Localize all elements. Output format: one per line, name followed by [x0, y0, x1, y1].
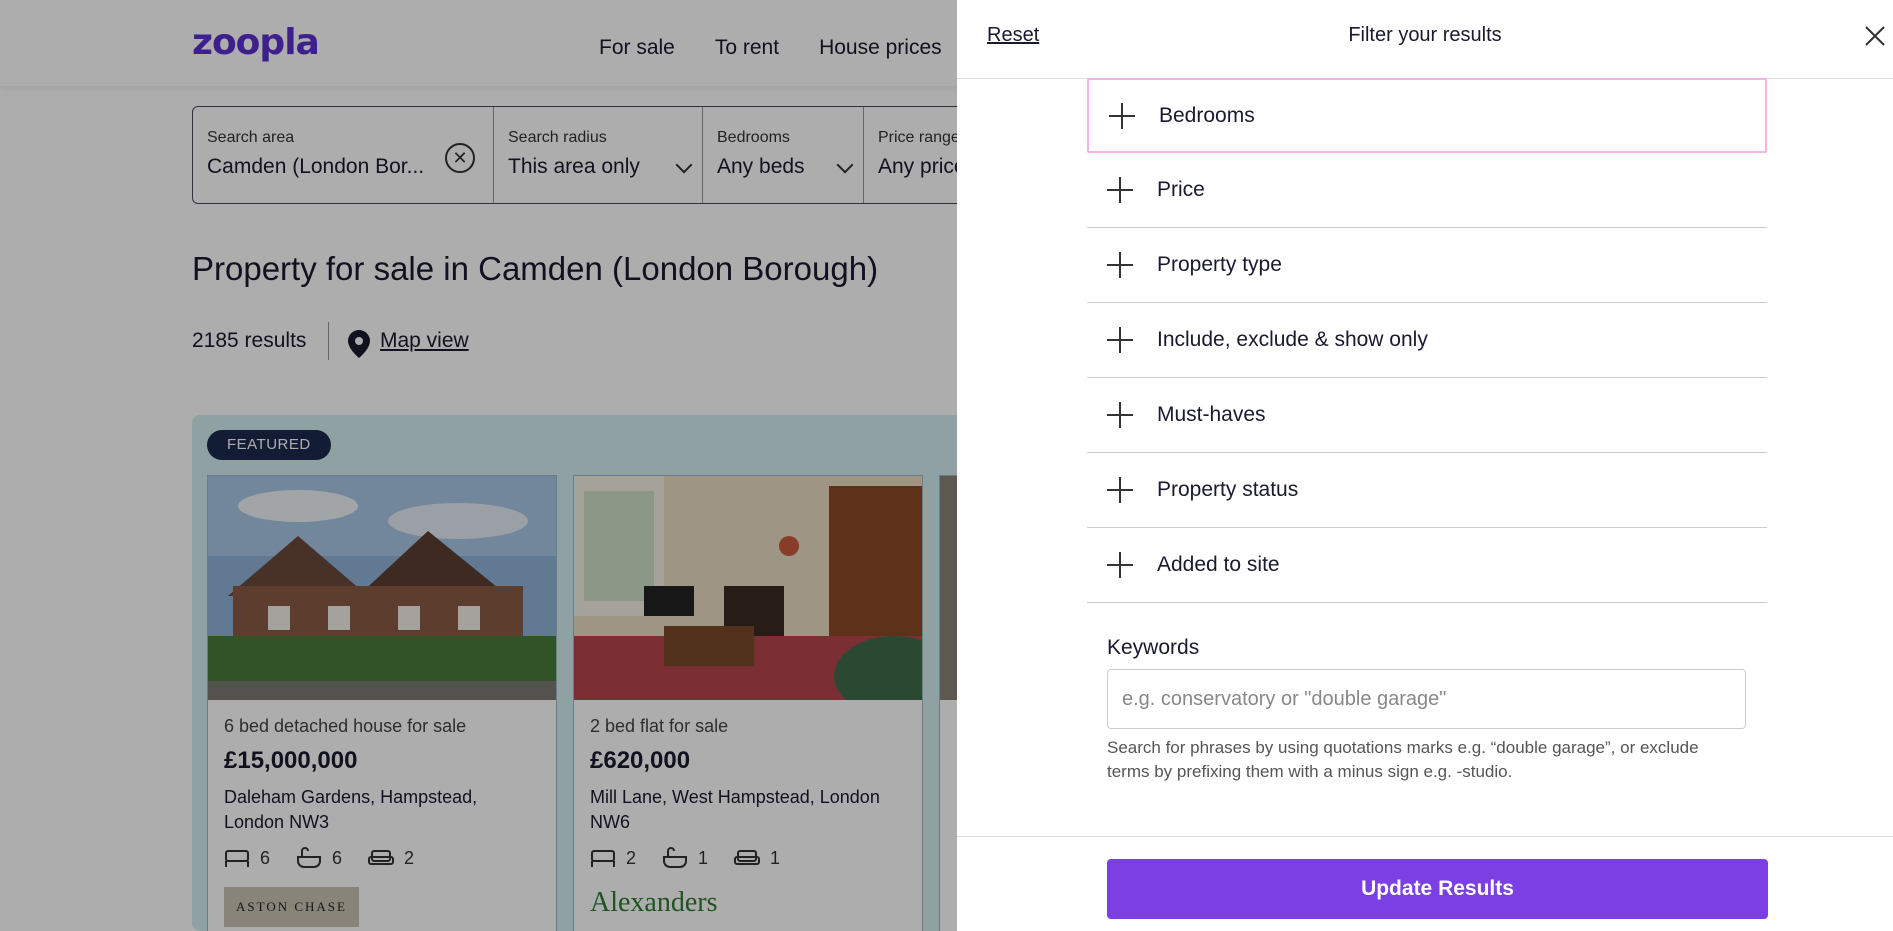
filter-drawer: Reset Filter your results Bedrooms Price… — [957, 0, 1893, 931]
plus-icon — [1107, 402, 1133, 428]
plus-icon — [1107, 552, 1133, 578]
modal-backdrop[interactable] — [0, 0, 957, 931]
filter-label: Include, exclude & show only — [1157, 328, 1428, 351]
filter-property-type[interactable]: Property type — [1087, 228, 1767, 303]
filter-property-status[interactable]: Property status — [1087, 453, 1767, 528]
keywords-label: Keywords — [1107, 636, 1200, 659]
keywords-help-text: Search for phrases by using quotations m… — [1107, 738, 1699, 781]
drawer-footer: Update Results — [957, 836, 1893, 931]
filter-label: Bedrooms — [1159, 103, 1255, 127]
filter-include-exclude[interactable]: Include, exclude & show only — [1087, 303, 1767, 378]
plus-icon — [1107, 327, 1133, 353]
drawer-title: Filter your results — [1348, 24, 1502, 46]
filter-label: Property status — [1157, 478, 1299, 501]
filter-bedrooms[interactable]: Bedrooms — [1087, 78, 1767, 153]
filter-must-haves[interactable]: Must-haves — [1087, 378, 1767, 453]
filter-label: Property type — [1157, 253, 1282, 276]
filter-added-to-site[interactable]: Added to site — [1087, 528, 1767, 603]
filter-accordion: Bedrooms Price Property type Include, ex… — [1087, 78, 1767, 603]
close-icon[interactable] — [1863, 24, 1887, 48]
update-results-button[interactable]: Update Results — [1107, 859, 1768, 919]
plus-icon — [1107, 177, 1133, 203]
keywords-input[interactable] — [1107, 669, 1746, 729]
filter-label: Price — [1157, 178, 1205, 201]
plus-icon — [1107, 252, 1133, 278]
plus-icon — [1109, 102, 1135, 129]
filter-label: Added to site — [1157, 553, 1280, 576]
filter-label: Must-haves — [1157, 403, 1266, 426]
plus-icon — [1107, 477, 1133, 503]
drawer-header: Reset Filter your results — [957, 0, 1893, 79]
filter-price[interactable]: Price — [1087, 153, 1767, 228]
